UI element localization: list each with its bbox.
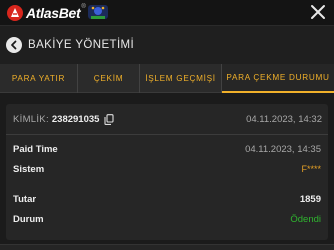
transaction-id-label: KİMLİK: [13, 114, 49, 125]
tab-transaction-history[interactable]: İŞLEM GEÇMİŞİ [140, 64, 222, 93]
transaction-created-date: 04.11.2023, 14:32 [246, 114, 322, 125]
page-title: BAKİYE YÖNETİMİ [28, 39, 135, 51]
next-card-edge [0, 244, 334, 250]
logo-mark-icon [7, 5, 23, 21]
copy-icon[interactable] [104, 114, 115, 125]
tab-deposit[interactable]: PARA YATIR [0, 64, 78, 93]
transaction-id-value: 238291035 [51, 114, 100, 125]
tab-withdrawal-status[interactable]: PARA ÇEKME DURUMU [222, 64, 334, 93]
status-label: Durum [13, 214, 44, 225]
paid-time-label: Paid Time [13, 144, 58, 155]
arrow-left-icon [11, 40, 17, 50]
top-bar: AtlasBet ® [0, 0, 334, 26]
amount-label: Tutar [13, 194, 37, 205]
amount-value: 1859 [299, 194, 321, 205]
system-value: F**** [301, 164, 321, 174]
transaction-card: KİMLİK: 238291035 04.11.2023, 14:32 Paid… [6, 104, 328, 240]
close-icon[interactable] [310, 4, 326, 20]
promo-badge-icon[interactable] [86, 2, 110, 22]
system-label: Sistem [13, 164, 45, 175]
transaction-id: KİMLİK: 238291035 [13, 114, 115, 125]
brand-name: AtlasBet [26, 5, 81, 21]
back-button[interactable] [6, 37, 22, 53]
brand-logo[interactable]: AtlasBet ® [6, 3, 86, 23]
paid-time-value: 04.11.2023, 14:35 [245, 144, 321, 155]
tab-withdraw[interactable]: ÇEKİM [78, 64, 140, 93]
tab-bar: PARA YATIR ÇEKİM İŞLEM GEÇMİŞİ PARA ÇEKM… [0, 64, 334, 93]
transaction-card-header: KİMLİK: 238291035 04.11.2023, 14:32 [6, 104, 328, 135]
status-value: Ödendi [290, 214, 321, 225]
page-header: BAKİYE YÖNETİMİ [0, 26, 334, 64]
